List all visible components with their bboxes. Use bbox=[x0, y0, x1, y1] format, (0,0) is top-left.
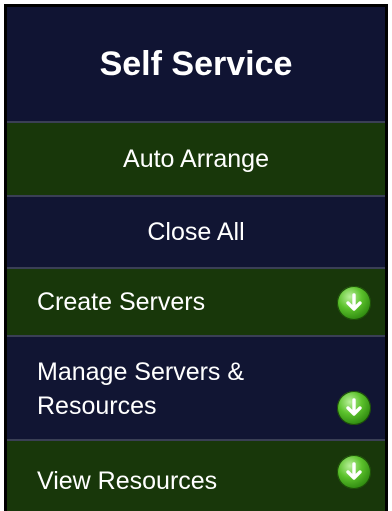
create-servers-label: Create Servers bbox=[37, 287, 206, 316]
panel-title: Self Service bbox=[7, 7, 385, 123]
chevron-down-icon[interactable] bbox=[337, 286, 371, 320]
self-service-panel: Self Service Auto Arrange Close All Crea… bbox=[4, 4, 388, 511]
menu-item-view-resources[interactable]: View Resources bbox=[7, 441, 385, 511]
menu-item-manage-servers-resources[interactable]: Manage Servers & Resources bbox=[7, 337, 385, 441]
manage-servers-resources-label: Manage Servers & Resources bbox=[37, 355, 244, 423]
auto-arrange-button[interactable]: Auto Arrange bbox=[7, 123, 385, 197]
auto-arrange-label: Auto Arrange bbox=[123, 144, 269, 173]
chevron-down-icon[interactable] bbox=[337, 455, 371, 489]
close-all-label: Close All bbox=[147, 217, 245, 246]
chevron-down-icon[interactable] bbox=[337, 391, 371, 425]
manage-servers-label-line1: Manage Servers & bbox=[37, 358, 245, 386]
close-all-button[interactable]: Close All bbox=[7, 197, 385, 269]
view-resources-label: View Resources bbox=[37, 466, 218, 495]
menu-item-create-servers[interactable]: Create Servers bbox=[7, 269, 385, 337]
manage-servers-label-line2: Resources bbox=[37, 392, 157, 420]
